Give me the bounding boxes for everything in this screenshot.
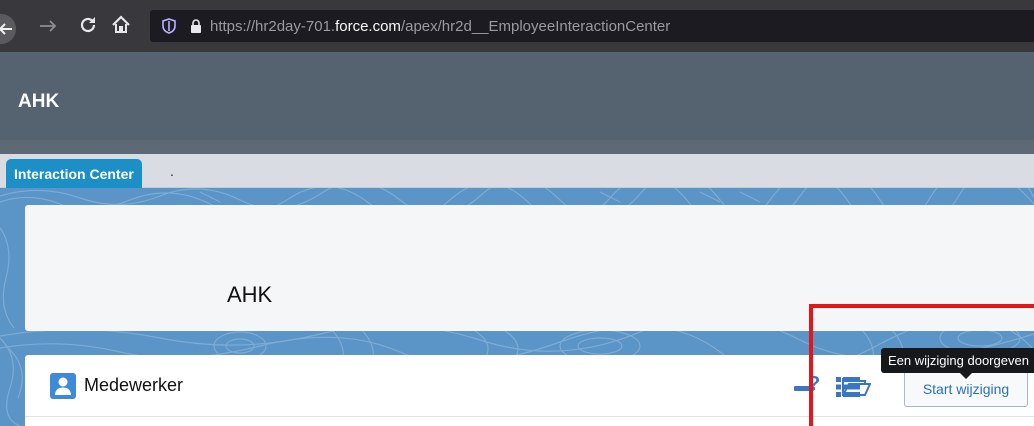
red-highlight-annotation [809, 304, 1034, 426]
section-title: Medewerker [84, 375, 184, 395]
user-icon [50, 373, 76, 399]
forward-arrow-icon[interactable] [36, 14, 60, 38]
app-header-title: AHK [18, 91, 60, 112]
employee-name: AHK [227, 282, 273, 307]
url-domain: force.com [335, 17, 401, 35]
lock-icon[interactable] [190, 19, 202, 33]
reload-icon[interactable] [76, 13, 100, 37]
tab-strip: Interaction Center . [0, 154, 1034, 189]
app-header: AHK [0, 52, 1034, 148]
address-bar[interactable]: https://hr2day-701.force.com/apex/hr2d__… [150, 10, 1034, 42]
url-text[interactable]: https://hr2day-701.force.com/apex/hr2d__… [210, 18, 670, 35]
home-icon[interactable] [108, 12, 134, 38]
tab-extra[interactable]: . [170, 163, 174, 179]
url-prefix: https://hr2day-701. [210, 17, 336, 35]
url-path: /apex/hr2d__EmployeeInteractionCenter [400, 17, 671, 35]
tab-interaction-center[interactable]: Interaction Center [6, 159, 142, 189]
browser-toolbar: https://hr2day-701.force.com/apex/hr2d__… [0, 0, 1034, 52]
back-arrow-icon[interactable] [0, 14, 16, 44]
tracking-shield-icon[interactable] [162, 18, 176, 34]
